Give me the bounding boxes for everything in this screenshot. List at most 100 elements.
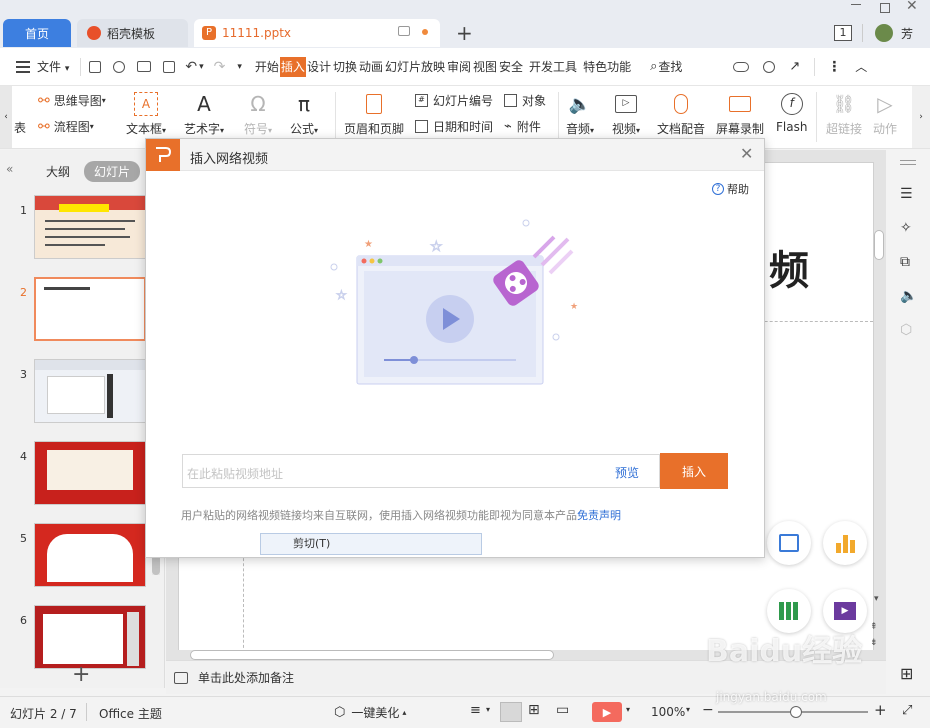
screen-record-button[interactable]: 屏幕录制: [716, 92, 764, 137]
slide-thumbnail-5[interactable]: [34, 523, 146, 587]
menu-tab-transition[interactable]: 切换: [332, 57, 358, 77]
menu-tab-security[interactable]: 安全: [498, 57, 524, 77]
wordart-button[interactable]: A 艺术字▾: [184, 92, 224, 137]
menu-tab-animation[interactable]: 动画: [358, 57, 384, 77]
tab-outline[interactable]: 大纲: [46, 163, 70, 180]
undo-dropdown-icon[interactable]: ▾: [199, 62, 204, 72]
formula-button[interactable]: π 公式▾: [290, 92, 318, 137]
menu-tab-developer[interactable]: 开发工具: [528, 57, 578, 77]
narration-button[interactable]: 文档配音: [657, 92, 705, 137]
zoom-level[interactable]: 100%: [651, 705, 685, 719]
zoom-slider-handle[interactable]: [790, 706, 802, 718]
collapse-ribbon-icon[interactable]: ︿: [855, 58, 867, 75]
window-count-badge[interactable]: 1: [834, 25, 852, 41]
slide-title[interactable]: 频: [769, 238, 809, 296]
tab-slides[interactable]: 幻灯片: [84, 161, 141, 182]
transition-icon[interactable]: ⧉: [900, 254, 910, 270]
slide-number-button[interactable]: # 幻灯片编号: [415, 92, 493, 109]
tab-file[interactable]: P 11111.pptx: [194, 19, 440, 47]
ribbon-scroll-right-icon[interactable]: ›: [912, 86, 930, 148]
zoom-out-icon[interactable]: −: [702, 702, 714, 718]
properties-icon[interactable]: ☰: [900, 186, 913, 202]
share-icon[interactable]: ↗: [789, 59, 800, 74]
fit-window-icon[interactable]: ⤢: [902, 703, 912, 718]
prev-slide-icon[interactable]: ⇞: [870, 622, 878, 632]
chevron-down-icon[interactable]: ▾: [686, 705, 690, 714]
action-button[interactable]: ▷ 动作: [873, 92, 897, 137]
flash-button[interactable]: f Flash: [776, 92, 807, 134]
preview-button[interactable]: 预览: [615, 464, 639, 481]
slide-thumbnail-3[interactable]: [34, 359, 146, 423]
slide-thumbnail-6[interactable]: [34, 605, 146, 669]
date-time-button[interactable]: 日期和时间: [415, 118, 493, 135]
add-slide-button[interactable]: +: [72, 662, 90, 687]
tab-home[interactable]: 首页: [3, 19, 71, 47]
format-painter-icon[interactable]: [113, 60, 126, 73]
zoom-in-icon[interactable]: +: [874, 701, 887, 719]
file-menu[interactable]: 文件 ▾: [36, 57, 70, 77]
print-preview-icon[interactable]: [163, 60, 176, 73]
3d-cube-icon[interactable]: ⬡: [900, 322, 912, 338]
video-button[interactable]: ▷ 视频▾: [612, 92, 640, 137]
slide-thumbnail-4[interactable]: [34, 441, 146, 505]
slide-thumbnail-2[interactable]: [34, 277, 146, 341]
theme-name[interactable]: Office 主题: [99, 705, 162, 722]
scroll-down-icon[interactable]: ▾: [874, 594, 879, 604]
animation-icon[interactable]: ✧: [900, 220, 912, 236]
video-url-input[interactable]: 在此粘贴视频地址 预览: [182, 454, 660, 488]
menu-tab-review[interactable]: 审阅: [446, 57, 472, 77]
menu-tab-home[interactable]: 开始: [254, 57, 280, 77]
dialog-close-icon[interactable]: ✕: [740, 144, 753, 163]
help-link[interactable]: ? 帮助: [712, 181, 749, 197]
menu-tab-special[interactable]: 特色功能: [582, 57, 632, 77]
close-window-icon[interactable]: ✕: [906, 0, 918, 14]
undo-icon[interactable]: ↶: [185, 59, 197, 75]
chevron-down-icon[interactable]: ▾: [626, 705, 630, 714]
reading-view-icon[interactable]: ▭: [556, 702, 569, 718]
menu-tab-view[interactable]: 视图: [472, 57, 498, 77]
minimize-icon[interactable]: [851, 4, 861, 5]
hamburger-icon[interactable]: [16, 60, 30, 73]
zoom-slider[interactable]: [718, 706, 868, 718]
header-footer-button[interactable]: 页眉和页脚: [344, 92, 404, 137]
tab-daoke-template[interactable]: 稻壳模板: [77, 19, 188, 47]
horizontal-scrollbar-thumb[interactable]: [190, 650, 554, 660]
next-slide-icon[interactable]: ⇟: [870, 638, 878, 648]
symbol-button[interactable]: Ω 符号▾: [244, 92, 272, 137]
table-button-partial[interactable]: 表: [14, 119, 26, 136]
save-icon[interactable]: [89, 60, 102, 73]
cloud-icon[interactable]: [733, 61, 750, 72]
sound-icon[interactable]: 🔈: [900, 288, 917, 304]
new-tab-button[interactable]: +: [456, 21, 473, 45]
collaborate-icon[interactable]: [763, 60, 776, 73]
disclaimer-link[interactable]: 免责声明: [577, 509, 621, 522]
menu-tab-slideshow[interactable]: 幻灯片放映: [384, 57, 446, 77]
ribbon-scroll-left-icon[interactable]: ‹: [0, 86, 12, 148]
insert-picture-button[interactable]: [767, 521, 811, 565]
audio-button[interactable]: 🔈 音频▾: [566, 92, 594, 137]
avatar[interactable]: [875, 24, 893, 42]
vertical-scrollbar-thumb[interactable]: [874, 230, 884, 260]
notes-toggle-icon[interactable]: ≡: [470, 703, 481, 718]
search-box[interactable]: ⌕ 查找: [650, 57, 683, 77]
context-menu-item-cut[interactable]: 剪切(T): [260, 533, 482, 555]
customize-dropdown-icon[interactable]: ▾: [237, 62, 242, 72]
collapse-pane-icon[interactable]: «: [6, 162, 13, 176]
menu-tab-insert[interactable]: 插入: [279, 56, 306, 77]
mindmap-button[interactable]: ⚯ 思维导图 ▾: [38, 92, 106, 109]
panel-grip-icon[interactable]: [900, 160, 916, 161]
attachment-button[interactable]: ⌁ 附件: [504, 118, 541, 135]
slide-thumbnail-1[interactable]: [34, 195, 146, 259]
grid-view-icon[interactable]: ⊞: [900, 664, 913, 683]
monitor-icon[interactable]: [398, 26, 410, 36]
more-icon[interactable]: ⋮: [827, 59, 841, 75]
menu-tab-design[interactable]: 设计: [306, 57, 332, 77]
play-slideshow-button[interactable]: ▶: [592, 702, 622, 722]
insert-chart-button[interactable]: [823, 521, 867, 565]
user-name[interactable]: 芳: [901, 25, 913, 42]
hyperlink-button[interactable]: ⛓ 超链接: [826, 92, 862, 137]
slide-sorter-icon[interactable]: ⊞: [528, 702, 540, 718]
flowchart-button[interactable]: ⚯ 流程图 ▾: [38, 118, 94, 135]
one-click-beautify-button[interactable]: ⬡ 一键美化 ▴: [334, 704, 406, 721]
insert-button[interactable]: 插入: [660, 453, 728, 489]
